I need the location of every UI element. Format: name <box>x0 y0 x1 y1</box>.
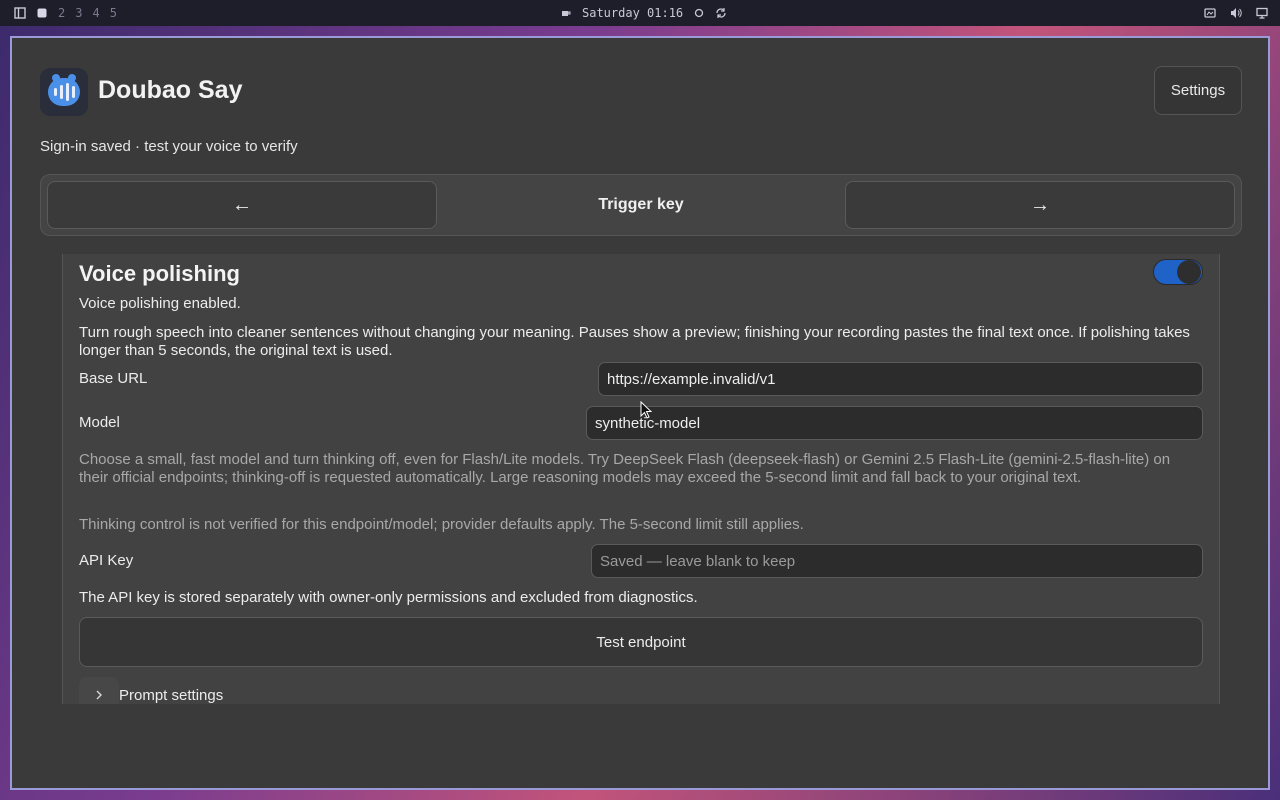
system-tray <box>1204 0 1268 26</box>
refresh-icon[interactable] <box>715 7 727 19</box>
workspace-3[interactable]: 3 <box>75 6 82 20</box>
voice-polishing-card: Voice polishing Voice polishing enabled.… <box>62 254 1220 704</box>
coffee-icon[interactable] <box>560 7 572 19</box>
sign-in-status: Sign-in saved · test your voice to verif… <box>40 138 298 155</box>
scroll-content[interactable]: Voice polishing Voice polishing enabled.… <box>40 254 1242 704</box>
prompt-settings-expander[interactable]: Prompt settings <box>79 677 223 704</box>
api-key-input[interactable]: Saved — leave blank to keep <box>591 544 1203 578</box>
sync-icon[interactable] <box>693 7 705 19</box>
clock-area: Saturday 01:16 <box>560 0 727 26</box>
step-navigation: ← Trigger key → <box>40 174 1242 236</box>
workspace-switcher: 2 3 4 5 <box>14 0 117 26</box>
volume-icon[interactable] <box>1230 7 1242 19</box>
enabled-status: Voice polishing enabled. <box>79 295 241 312</box>
base-url-input[interactable]: https://example.invalid/v1 <box>598 362 1203 396</box>
section-description: Turn rough speech into cleaner sentences… <box>79 324 1190 359</box>
test-endpoint-button[interactable]: Test endpoint <box>79 617 1203 667</box>
api-key-note: The API key is stored separately with ow… <box>79 589 698 606</box>
workspace-4[interactable]: 4 <box>92 6 99 20</box>
settings-button[interactable]: Settings <box>1154 66 1242 115</box>
layout-icon[interactable] <box>14 7 26 19</box>
thinking-control-note: Thinking control is not verified for thi… <box>79 516 804 533</box>
app-header: Doubao Say Settings <box>40 66 1242 120</box>
voice-polishing-toggle[interactable] <box>1153 259 1203 285</box>
model-input[interactable]: synthetic-model <box>586 406 1203 440</box>
base-url-label: Base URL <box>79 370 148 387</box>
model-label: Model <box>79 414 120 431</box>
section-title: Voice polishing <box>79 261 240 286</box>
system-top-bar: 2 3 4 5 Saturday 01:16 <box>0 0 1280 26</box>
workspace-5[interactable]: 5 <box>110 6 117 20</box>
workspace-1-active-icon[interactable] <box>36 7 48 19</box>
prompt-settings-label: Prompt settings <box>119 686 224 704</box>
next-step-button[interactable]: → <box>845 181 1235 229</box>
screenshot-icon[interactable] <box>1204 7 1216 19</box>
model-hint: Choose a small, fast model and turn thin… <box>79 451 1171 486</box>
app-logo-icon <box>40 68 88 116</box>
display-icon[interactable] <box>1256 7 1268 19</box>
app-title: Doubao Say <box>98 76 243 104</box>
workspace-2[interactable]: 2 <box>58 6 65 20</box>
chevron-right-icon[interactable] <box>79 677 119 704</box>
api-key-label: API Key <box>79 552 134 569</box>
previous-step-button[interactable]: ← <box>47 181 437 229</box>
mouse-cursor-icon <box>640 401 653 419</box>
step-title: Trigger key <box>598 196 684 213</box>
clock-text: Saturday 01:16 <box>582 6 684 20</box>
